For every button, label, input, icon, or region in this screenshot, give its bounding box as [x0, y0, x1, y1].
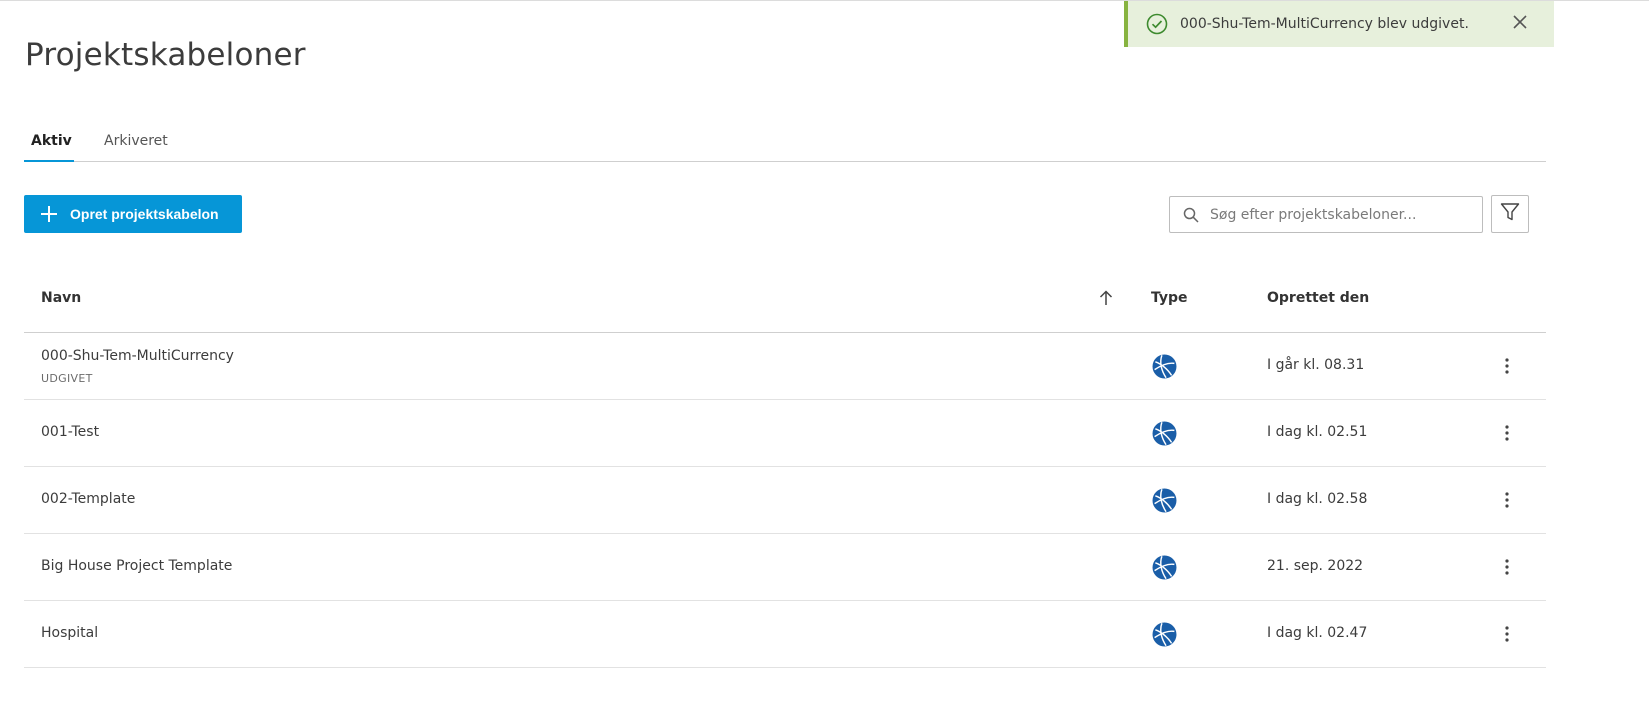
globe-icon — [1152, 555, 1177, 580]
more-options-icon[interactable] — [1496, 555, 1518, 579]
more-options-icon[interactable] — [1496, 488, 1518, 512]
tab-bar: Aktiv Arkiveret — [24, 125, 1546, 162]
status-badge: UDGIVET — [41, 372, 93, 385]
check-circle-icon — [1146, 13, 1168, 35]
filter-icon — [1500, 202, 1520, 226]
column-header-name[interactable]: Navn — [41, 290, 81, 306]
page-title: Projektskabeloner — [25, 37, 306, 73]
active-tab-indicator — [24, 160, 74, 162]
search-box[interactable] — [1169, 196, 1483, 233]
template-name[interactable]: Hospital — [41, 625, 98, 641]
globe-icon — [1152, 488, 1177, 513]
search-input[interactable] — [1208, 205, 1472, 224]
created-date: I dag kl. 02.47 — [1267, 625, 1368, 641]
more-options-icon[interactable] — [1496, 421, 1518, 445]
globe-icon — [1152, 354, 1177, 379]
search-icon — [1183, 207, 1199, 223]
table-row[interactable]: 002-Template I dag kl. 02.58 — [24, 467, 1546, 534]
tab-active[interactable]: Aktiv — [31, 133, 72, 149]
table-row[interactable]: Hospital I dag kl. 02.47 — [24, 601, 1546, 668]
close-icon[interactable] — [1512, 14, 1528, 30]
table-row[interactable]: 001-Test I dag kl. 02.51 — [24, 400, 1546, 467]
templates-table: Navn Type Oprettet den 000-Shu-Tem-Multi… — [24, 266, 1546, 668]
created-date: I går kl. 08.31 — [1267, 357, 1365, 373]
created-date: 21. sep. 2022 — [1267, 558, 1364, 574]
globe-icon — [1152, 421, 1177, 446]
template-name[interactable]: 001-Test — [41, 424, 99, 440]
create-template-label: Opret projektskabelon — [70, 206, 219, 222]
column-header-type[interactable]: Type — [1151, 290, 1188, 306]
create-template-button[interactable]: Opret projektskabelon — [24, 195, 242, 233]
template-name[interactable]: 002-Template — [41, 491, 135, 507]
created-date: I dag kl. 02.58 — [1267, 491, 1368, 507]
toast-message: 000-Shu-Tem-MultiCurrency blev udgivet. — [1180, 16, 1469, 32]
template-name[interactable]: 000-Shu-Tem-MultiCurrency — [41, 348, 234, 364]
table-row[interactable]: Big House Project Template 21. sep. 2022 — [24, 534, 1546, 601]
tab-archived[interactable]: Arkiveret — [104, 133, 168, 149]
globe-icon — [1152, 622, 1177, 647]
template-name[interactable]: Big House Project Template — [41, 558, 232, 574]
plus-icon — [40, 205, 58, 223]
more-options-icon[interactable] — [1496, 622, 1518, 646]
table-row[interactable]: 000-Shu-Tem-MultiCurrency UDGIVET I går … — [24, 333, 1546, 400]
filter-button[interactable] — [1491, 195, 1529, 233]
created-date: I dag kl. 02.51 — [1267, 424, 1368, 440]
success-toast: 000-Shu-Tem-MultiCurrency blev udgivet. — [1124, 1, 1554, 47]
more-options-icon[interactable] — [1496, 354, 1518, 378]
sort-ascending-icon[interactable] — [1099, 290, 1113, 310]
table-header: Navn Type Oprettet den — [24, 266, 1546, 333]
column-header-created[interactable]: Oprettet den — [1267, 290, 1369, 306]
